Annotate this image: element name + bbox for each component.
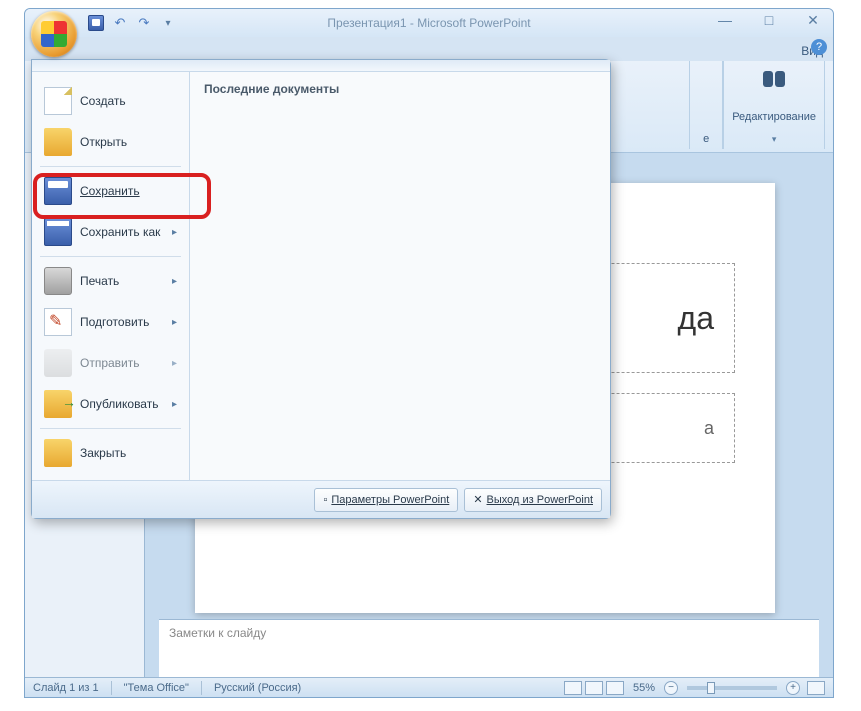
qat-save-button[interactable] <box>85 12 107 34</box>
minimize-button[interactable]: — <box>713 11 737 29</box>
app-window: ↶ ↷ ▾ Презентация1 - Microsoft PowerPoin… <box>24 8 834 698</box>
window-title: Презентация1 - Microsoft PowerPoint <box>327 16 530 30</box>
window-controls: — □ ✕ <box>713 11 825 29</box>
chevron-right-icon: ▸ <box>172 358 177 369</box>
chevron-right-icon: ▸ <box>172 227 177 238</box>
binoculars-icon <box>760 71 788 99</box>
close-window-button[interactable]: ✕ <box>801 11 825 29</box>
ribbon-group-editing[interactable]: Редактирование ▾ <box>723 61 825 149</box>
chevron-right-icon: ▸ <box>172 399 177 410</box>
titlebar: ↶ ↷ ▾ Презентация1 - Microsoft PowerPoin… <box>25 9 833 37</box>
recent-documents-heading: Последние документы <box>204 82 596 96</box>
close-icon <box>44 439 72 467</box>
send-icon <box>44 349 72 377</box>
view-slideshow-button[interactable] <box>606 681 624 695</box>
view-sorter-button[interactable] <box>585 681 603 695</box>
statusbar: Слайд 1 из 1 "Тема Office" Русский (Росс… <box>25 677 833 697</box>
ribbon-group-label: Редактирование <box>732 111 816 123</box>
menu-send[interactable]: Отправить ▸ <box>38 343 183 383</box>
zoom-thumb[interactable] <box>707 682 715 694</box>
open-icon <box>44 128 72 156</box>
menu-prepare[interactable]: Подготовить ▸ <box>38 302 183 342</box>
print-icon <box>44 267 72 295</box>
ribbon-group-partial: е <box>689 61 723 149</box>
chevron-right-icon: ▸ <box>172 317 177 328</box>
office-menu-footer: ▫ Параметры PowerPoint ✕ Выход из PowerP… <box>32 480 610 518</box>
save-icon <box>44 177 72 205</box>
office-menu-commands: Создать Открыть Сохранить Сохранить как … <box>32 72 190 480</box>
zoom-level: 55% <box>633 682 655 694</box>
menu-open[interactable]: Открыть <box>38 122 183 162</box>
powerpoint-options-button[interactable]: ▫ Параметры PowerPoint <box>314 488 458 512</box>
qat-customize-button[interactable]: ▾ <box>157 12 179 34</box>
view-normal-button[interactable] <box>564 681 582 695</box>
menu-publish[interactable]: Опубликовать ▸ <box>38 384 183 424</box>
prepare-icon <box>44 308 72 336</box>
qat-undo-button[interactable]: ↶ <box>109 12 131 34</box>
zoom-out-button[interactable]: − <box>664 681 678 695</box>
options-icon: ▫ <box>323 494 327 506</box>
exit-icon: ✕ <box>473 493 482 506</box>
zoom-in-button[interactable]: + <box>786 681 800 695</box>
fit-to-window-button[interactable] <box>807 681 825 695</box>
office-logo-icon <box>41 21 67 47</box>
menu-save-as[interactable]: Сохранить как ▸ <box>38 212 183 252</box>
office-menu: Создать Открыть Сохранить Сохранить как … <box>31 59 611 519</box>
publish-icon <box>44 390 72 418</box>
help-icon[interactable]: ? <box>811 39 827 55</box>
office-button[interactable] <box>31 11 77 57</box>
exit-powerpoint-button[interactable]: ✕ Выход из PowerPoint <box>464 488 602 512</box>
save-as-icon <box>44 218 72 246</box>
menu-close[interactable]: Закрыть <box>38 433 183 473</box>
dropdown-arrow-icon: ▾ <box>772 134 777 145</box>
quick-access-toolbar: ↶ ↷ ▾ <box>85 12 179 34</box>
notes-pane[interactable]: Заметки к слайду <box>159 619 819 677</box>
qat-redo-button[interactable]: ↷ <box>133 12 155 34</box>
theme-name: "Тема Office" <box>124 682 189 694</box>
menu-print[interactable]: Печать ▸ <box>38 261 183 301</box>
language-indicator[interactable]: Русский (Россия) <box>214 682 301 694</box>
save-icon <box>88 15 104 31</box>
chevron-right-icon: ▸ <box>172 276 177 287</box>
menu-new[interactable]: Создать <box>38 81 183 121</box>
slide-counter: Слайд 1 из 1 <box>33 682 99 694</box>
menu-save[interactable]: Сохранить <box>38 171 183 211</box>
zoom-slider[interactable] <box>687 686 777 690</box>
maximize-button[interactable]: □ <box>757 11 781 29</box>
ribbon-tabs: Вид ? <box>25 37 833 61</box>
new-icon <box>44 87 72 115</box>
recent-documents-panel: Последние документы <box>190 72 610 480</box>
